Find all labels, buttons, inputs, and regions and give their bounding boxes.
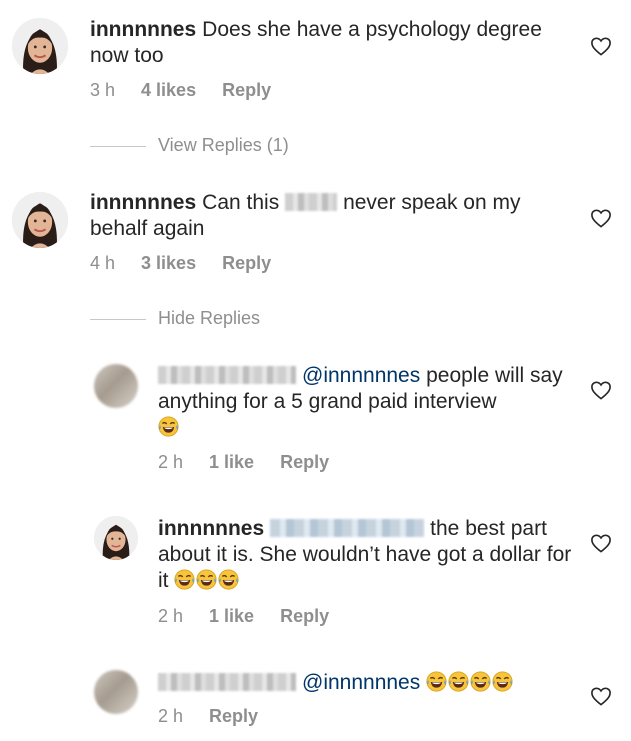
reply-likes[interactable]: 1 like [209, 452, 254, 472]
avatar[interactable] [94, 516, 138, 560]
reply-mention[interactable]: @innnnnnes [302, 671, 420, 694]
reply-meta: 2 h Reply [158, 706, 284, 727]
replies-divider [90, 146, 146, 147]
face-with-tears-of-joy-icon [218, 569, 239, 590]
reply-text: @innnnnnes people will say anything for … [158, 363, 578, 441]
face-with-tears-of-joy-icon [448, 671, 469, 692]
profile-photo-icon [12, 18, 68, 74]
avatar[interactable] [12, 18, 68, 74]
heart-icon[interactable] [590, 36, 612, 56]
reply-time: 2 h [158, 606, 184, 626]
redacted-username [158, 673, 296, 691]
avatar[interactable] [94, 364, 138, 408]
reply-button[interactable]: Reply [209, 706, 258, 726]
face-with-tears-of-joy-icon [158, 416, 179, 437]
redacted-word [285, 193, 338, 211]
reply-meta: 2 h 1 like Reply [158, 606, 355, 627]
face-with-tears-of-joy-icon [174, 569, 195, 590]
view-replies-link[interactable]: View Replies (1) [158, 135, 289, 156]
reply-text: innnnnnes the best part about it is. She … [158, 516, 578, 594]
comment-body-start: Can this [202, 191, 280, 214]
profile-photo-icon [94, 516, 138, 560]
comment-username[interactable]: innnnnnes [90, 191, 196, 214]
heart-icon[interactable] [590, 208, 612, 228]
redacted-username [158, 366, 296, 384]
reply-button[interactable]: Reply [222, 253, 271, 273]
comment-meta: 4 h 3 likes Reply [90, 253, 297, 274]
heart-icon[interactable] [590, 533, 612, 553]
face-with-tears-of-joy-icon [426, 671, 447, 692]
comment-time: 3 h [90, 80, 116, 100]
comment-meta: 3 h 4 likes Reply [90, 80, 297, 101]
comment-likes[interactable]: 4 likes [141, 80, 196, 100]
avatar[interactable] [12, 192, 68, 248]
comment-text: innnnnnes Can this never speak on my beha… [90, 190, 550, 242]
reply-time: 2 h [158, 706, 184, 726]
heart-icon[interactable] [590, 380, 612, 400]
reply-time: 2 h [158, 452, 184, 472]
reply-button[interactable]: Reply [222, 80, 271, 100]
face-with-tears-of-joy-icon [470, 671, 491, 692]
reply-button[interactable]: Reply [280, 452, 329, 472]
face-with-tears-of-joy-icon [196, 569, 217, 590]
comment-time: 4 h [90, 253, 116, 273]
face-with-tears-of-joy-icon [492, 671, 513, 692]
redacted-mention [270, 519, 425, 537]
reply-mention[interactable]: @innnnnnes [302, 364, 420, 387]
replies-divider [90, 319, 146, 320]
reply-button[interactable]: Reply [280, 606, 329, 626]
hide-replies-link[interactable]: Hide Replies [158, 308, 260, 329]
reply-username[interactable]: innnnnnes [158, 517, 264, 540]
reply-likes[interactable]: 1 like [209, 606, 254, 626]
reply-text: @innnnnnes [158, 670, 578, 696]
comment-text: innnnnnes Does she have a psychology degr… [90, 17, 570, 69]
comment-username[interactable]: innnnnnes [90, 18, 196, 41]
heart-icon[interactable] [590, 686, 612, 706]
avatar[interactable] [94, 670, 138, 714]
profile-photo-icon [12, 192, 68, 248]
comment-likes[interactable]: 3 likes [141, 253, 196, 273]
reply-meta: 2 h 1 like Reply [158, 452, 355, 473]
